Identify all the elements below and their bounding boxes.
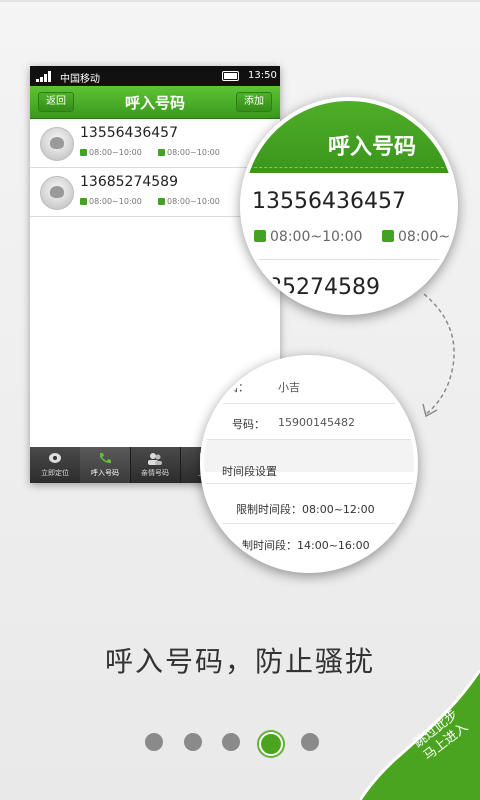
- title-bar: 返回 呼入号码 添加: [30, 86, 280, 119]
- dashed-arrow-icon: [422, 293, 455, 418]
- family-icon: [148, 453, 162, 465]
- page-dot[interactable]: [301, 733, 319, 751]
- avatar: [40, 127, 74, 161]
- carrier-name: 中国移动: [60, 74, 100, 85]
- section-title: 时间段设置: [222, 465, 277, 478]
- zoom-title: 呼入号码: [328, 135, 417, 160]
- zoom-contact-number: 13556436457: [252, 189, 406, 214]
- nickname-label: 称谓：: [216, 381, 249, 394]
- allowed-time: 08:00~10:00: [80, 148, 142, 157]
- zoom-allowed-time: 08:00~10:00: [254, 229, 362, 245]
- signal-icon: [36, 71, 53, 82]
- page-dot[interactable]: [145, 733, 163, 751]
- row-divider: [204, 403, 414, 404]
- row-divider: [204, 523, 414, 524]
- contact-number: 13685274589: [80, 174, 178, 190]
- row-divider: [204, 483, 414, 484]
- phone-icon: [158, 198, 165, 205]
- tab-incoming-numbers[interactable]: 呼入号码: [80, 447, 131, 483]
- limit-time-1[interactable]: 限制时间段：08:00~12:00: [236, 501, 375, 517]
- page-dot[interactable]: [222, 733, 240, 751]
- status-bar: 中国移动 13:50: [30, 66, 280, 86]
- zoom-allowed-time: 08:00~: [382, 229, 450, 245]
- allowed-time: 08:00~10:00: [158, 197, 220, 206]
- battery-icon: [222, 71, 239, 81]
- allowed-time: 08:00~10:00: [158, 148, 220, 157]
- phone-icon: [80, 149, 87, 156]
- top-divider: [0, 0, 480, 2]
- phone-icon: [382, 230, 394, 242]
- tab-family-numbers[interactable]: 亲情号码: [130, 447, 181, 483]
- page-dot[interactable]: [184, 733, 202, 751]
- avatar: [40, 176, 74, 210]
- page-dot-active[interactable]: [259, 732, 283, 756]
- status-time: 13:50: [248, 70, 277, 81]
- phone-icon: [80, 198, 87, 205]
- zoom-contact-number: 3685274589: [240, 275, 380, 300]
- phone-icon: [100, 453, 111, 464]
- contact-row[interactable]: 13556436457 08:00~10:00 08:00~10:00: [30, 119, 280, 168]
- row-divider: [244, 259, 454, 260]
- limit-time-2[interactable]: 制时间段：14:00~16:00: [242, 537, 370, 553]
- phone-icon: [158, 149, 165, 156]
- tab-location[interactable]: 立即定位: [30, 447, 81, 483]
- number-label: 号码：: [232, 418, 265, 431]
- magnifier-detail: 称谓： 小吉 号码： 15900145482 时间段设置 限制时间段：08:00…: [200, 355, 418, 573]
- contact-number: 13556436457: [80, 125, 178, 141]
- number-value: 15900145482: [278, 416, 355, 429]
- allowed-time: 08:00~10:00: [80, 197, 142, 206]
- nickname-value: 小吉: [278, 381, 300, 394]
- location-icon: [49, 453, 61, 463]
- phone-icon: [254, 230, 266, 242]
- dashed-divider: [244, 167, 454, 168]
- magnifier-header: 呼入号码 13556436457 08:00~10:00 08:00~ 3685…: [240, 97, 458, 315]
